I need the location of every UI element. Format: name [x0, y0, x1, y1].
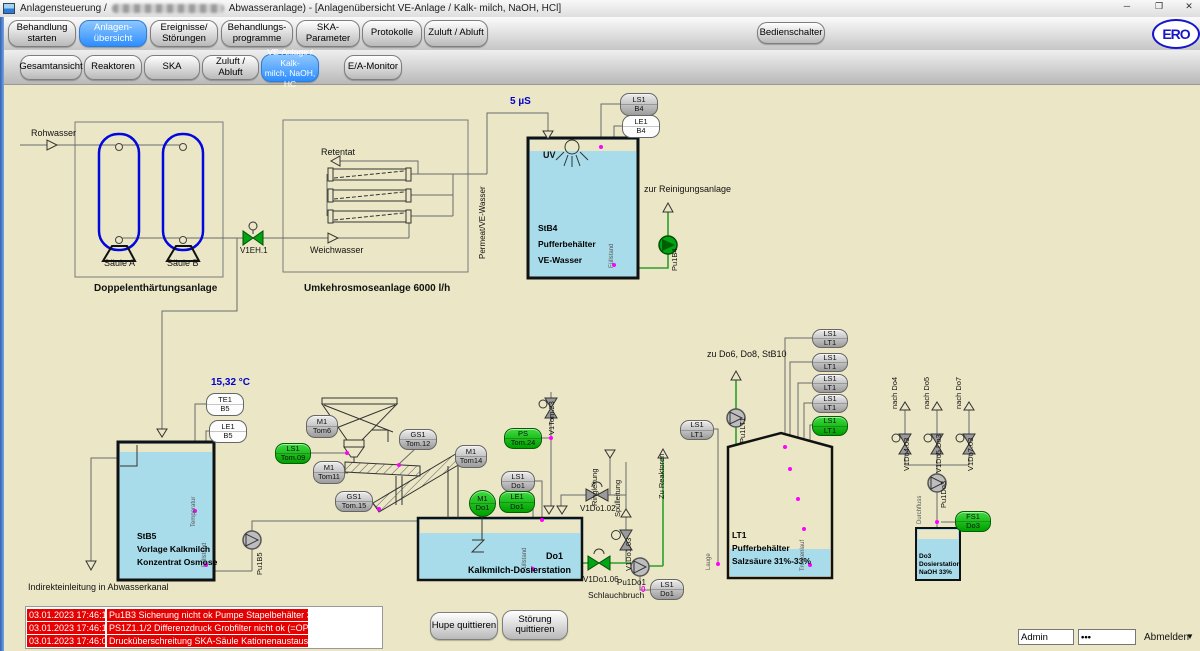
- v1do403-label: V1Do4.03: [902, 438, 911, 471]
- username-input[interactable]: [1018, 629, 1074, 645]
- v1do106-label: V1Do1.06: [583, 575, 619, 584]
- stb4-fuellstand-label: Füllstand: [609, 244, 615, 268]
- stoerung-quittieren-button[interactable]: Störung quittieren: [502, 610, 568, 640]
- pu1do3-label: Pu1Do3: [939, 481, 948, 508]
- sensor-gs1-tom15[interactable]: GS1Tom.15: [335, 491, 373, 512]
- sensor-ls1-do1-schlauchbruch[interactable]: LS1Do1: [650, 579, 684, 600]
- pump-pu1b5[interactable]: [243, 531, 261, 549]
- nach-do7-label: nach Do7: [954, 377, 963, 409]
- hmi-window: Anlagensteuerung / Abwasseranlage) - [An…: [0, 0, 1200, 651]
- schlauchbruch-value: 0: [641, 585, 645, 594]
- sensor-le1-b5[interactable]: LE1B5: [209, 420, 247, 443]
- retentat-label: Retentat: [321, 147, 355, 157]
- sensor-ps-tom24[interactable]: PSTom.24: [504, 428, 542, 449]
- ringleitung-label: Ringleitung: [590, 468, 599, 506]
- sensor-ls1-b4[interactable]: LS1B4: [620, 93, 658, 116]
- alarm-message: Pu1B3 Sicherung nicht ok Pumpe Stapelbeh…: [107, 609, 308, 621]
- alarm-list: 03.01.2023 17:46:13 Pu1B3 Sicherung nich…: [25, 606, 383, 649]
- abmelden-button[interactable]: Abmelden: [1144, 632, 1189, 643]
- conductivity-value: 5 µS: [510, 96, 531, 107]
- do1-desc: Kalkmilch-Dosierstation: [468, 565, 571, 575]
- softener-columns: [99, 134, 203, 261]
- saeule-b-label: Säule B: [167, 258, 199, 268]
- sensor-m1-tom6[interactable]: M1Tom6: [306, 415, 338, 438]
- chevron-down-icon[interactable]: ▼: [1186, 632, 1194, 641]
- weichwasser-label: Weichwasser: [310, 245, 363, 255]
- temperature-value: 15,32 °C: [211, 377, 250, 388]
- v1do103-label: V1Do1.03: [624, 538, 633, 571]
- zu-reaktoren-label: Zu Reaktoren: [657, 454, 666, 499]
- schlauchbruch-label: Schlauchbruch: [588, 590, 644, 600]
- sensor-ls1-lt1-4[interactable]: LS1LT1: [812, 394, 848, 413]
- pu1b5-label: Pu1B5: [255, 552, 264, 575]
- permeat-label: Permeat/VE-Wasser: [478, 186, 487, 259]
- sensor-ls1-lt1-5[interactable]: LS1LT1: [812, 416, 848, 436]
- v1tom23-label: V1Tom.23: [547, 401, 556, 435]
- doppelenthaertung-label: Doppelenthärtungsanlage: [94, 283, 217, 294]
- zu-do6-label: zu Do6, Do8, StB10: [707, 349, 787, 359]
- lt1-desc1: Pufferbehälter: [732, 543, 790, 553]
- lt1-trockenlauf-label: Trockenlauf: [800, 540, 806, 571]
- v1eh1-label: V1EH.1: [240, 246, 268, 255]
- sensor-m1-tom14[interactable]: M1Tom14: [455, 445, 487, 468]
- do1-fuellstand-label: Füllstand: [522, 548, 528, 572]
- do1-name: Do1: [546, 551, 563, 561]
- ro-membranes: [328, 168, 411, 223]
- pu1lt1-label: Pu1LT1: [738, 417, 747, 443]
- alarm-message: Drucküberschreitung SKA-Säule Kationenau…: [107, 635, 308, 647]
- sensor-m1-do1[interactable]: M1Do1: [469, 490, 496, 517]
- sensor-gs1-tom12[interactable]: GS1Tom.12: [399, 429, 437, 450]
- valve-v1do106[interactable]: [588, 549, 610, 570]
- hupe-quittieren-button[interactable]: Hupe quittieren: [430, 612, 498, 640]
- sensor-ls1-lt1-left[interactable]: LS1LT1: [680, 420, 714, 440]
- sensor-ls1-do1[interactable]: LS1Do1: [501, 471, 535, 492]
- lt1-lauge-label: Lauge: [706, 553, 712, 570]
- stb5-name: StB5: [137, 531, 156, 541]
- stb4-desc2: VE-Wasser: [538, 255, 582, 265]
- saeule-a-label: Säule A: [104, 258, 135, 268]
- alarm-time: 03.01.2023 17:46:13: [27, 609, 105, 621]
- indirekteinleitung-label: Indirekteinleitung in Abwasserkanal: [28, 582, 169, 592]
- sensor-le1-b4[interactable]: LE1B4: [622, 115, 660, 138]
- stb5-desc1: Vorlage Kalkmilch: [137, 544, 210, 554]
- sensor-ls1-tom09[interactable]: LS1Tom.09: [275, 443, 311, 464]
- durchfluss-label: Durchfluss: [917, 496, 923, 524]
- alarm-message: PS1Z1.1/2 Differenzdruck Grobfilter nich…: [107, 622, 308, 634]
- sensor-ls1-lt1-3[interactable]: LS1LT1: [812, 374, 848, 393]
- sensor-fs1-do3[interactable]: FS1Do3: [955, 511, 991, 532]
- nach-do4-label: nach Do4: [890, 377, 899, 409]
- pu1b4-label: Pu1B4: [670, 248, 679, 271]
- do3-name: Do3: [919, 553, 931, 560]
- zur-reinigungsanlage-label: zur Reinigungsanlage: [644, 184, 731, 194]
- rohwasser-label: Rohwasser: [31, 128, 76, 138]
- stb5-desc2: Konzentrat Osmose: [137, 557, 217, 567]
- stb5-temperatur-label: Temperatur: [191, 497, 197, 527]
- stb4-desc1: Pufferbehälter: [538, 239, 596, 249]
- password-input[interactable]: [1078, 629, 1136, 645]
- pump-pu1do1[interactable]: [631, 558, 649, 576]
- do3-desc1: Dosierstation: [919, 561, 961, 568]
- stb4-name: StB4: [538, 223, 557, 233]
- sensor-m1-tom11[interactable]: M1Tom11: [313, 461, 345, 484]
- valve-v1eh1[interactable]: [243, 222, 263, 245]
- alarm-time: 03.01.2023 17:46:00: [27, 635, 105, 647]
- alarm-time: 03.01.2023 17:46:10: [27, 622, 105, 634]
- do3-desc2: NaOH 33%: [919, 569, 952, 576]
- lt1-name: LT1: [732, 530, 746, 540]
- sensor-te1-b5[interactable]: TE1B5: [206, 393, 244, 416]
- sensor-ls1-lt1-2[interactable]: LS1LT1: [812, 353, 848, 372]
- sensor-le1-do1[interactable]: LE1Do1: [499, 491, 535, 513]
- v1do703-label: V1Do7.03: [966, 438, 975, 471]
- v1do5do3-label: V1Do5.Do3: [934, 434, 943, 473]
- uv-label: UV: [543, 150, 556, 160]
- umkehrosmose-label: Umkehrosmoseanlage 6000 l/h: [304, 283, 450, 294]
- spuelleitung-label: Spülleitung: [613, 480, 622, 517]
- sensor-ls1-lt1-1[interactable]: LS1LT1: [812, 329, 848, 348]
- nach-do5-label: nach Do5: [922, 377, 931, 409]
